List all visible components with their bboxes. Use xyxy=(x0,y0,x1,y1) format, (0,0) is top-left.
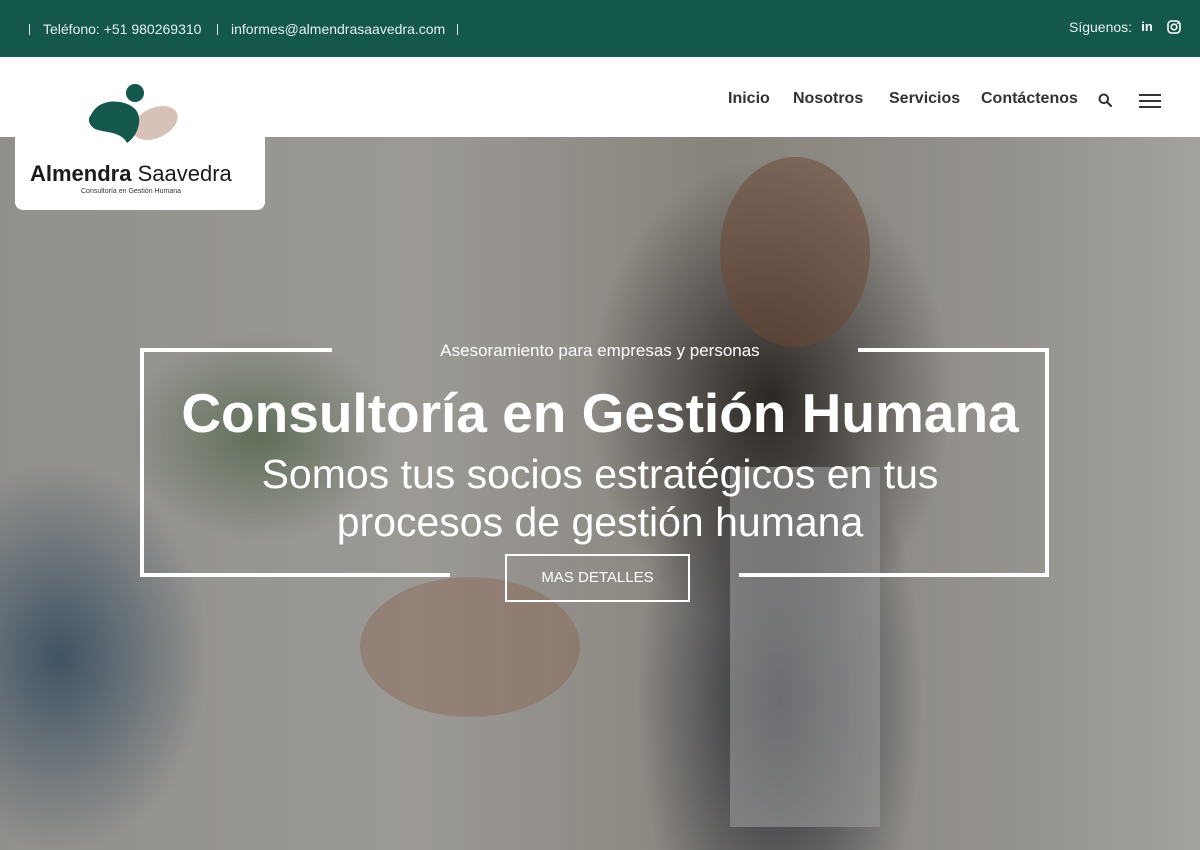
phone-link[interactable]: Teléfono: +51 980269310 xyxy=(43,21,201,37)
hero-banner: Asesoramiento para empresas y personas C… xyxy=(0,137,1200,850)
logo[interactable]: Almendra Saavedra Consultoría en Gestión… xyxy=(15,57,265,210)
email-link[interactable]: informes@almendrasaavedra.com xyxy=(231,21,445,37)
instagram-icon[interactable] xyxy=(1166,19,1182,35)
separator xyxy=(457,24,458,35)
hero-kicker: Asesoramiento para empresas y personas xyxy=(440,341,760,360)
logo-name-light: Saavedra xyxy=(137,161,232,186)
follow-label: Síguenos: xyxy=(1069,19,1133,35)
logo-tagline: Consultoría en Gestión Humana xyxy=(81,188,181,195)
more-details-button[interactable]: MAS DETALLES xyxy=(505,554,690,602)
search-icon[interactable] xyxy=(1098,93,1112,107)
separator xyxy=(29,24,30,35)
top-contact-bar: Teléfono: +51 980269310 informes@almendr… xyxy=(0,0,1200,57)
logo-mark-icon xyxy=(88,84,178,143)
hero-subtitle: Somos tus socios estratégicos en tus pro… xyxy=(0,450,1200,546)
logo-name: Almendra Saavedra xyxy=(30,161,232,187)
hero-subtitle-line1: Somos tus socios estratégicos en tus xyxy=(261,451,939,497)
nav-item-nosotros[interactable]: Nosotros xyxy=(793,90,863,108)
hero-subtitle-line2: procesos de gestión humana xyxy=(336,499,864,545)
logo-name-bold: Almendra xyxy=(30,161,132,186)
nav-item-servicios[interactable]: Servicios xyxy=(889,90,960,108)
linkedin-icon[interactable]: in xyxy=(1139,19,1155,35)
separator xyxy=(217,24,218,35)
hero-title: Consultoría en Gestión Humana xyxy=(181,382,1019,444)
nav-item-inicio[interactable]: Inicio xyxy=(728,90,770,108)
nav-item-contactenos[interactable]: Contáctenos xyxy=(981,90,1078,108)
hamburger-menu-icon[interactable] xyxy=(1139,93,1161,109)
